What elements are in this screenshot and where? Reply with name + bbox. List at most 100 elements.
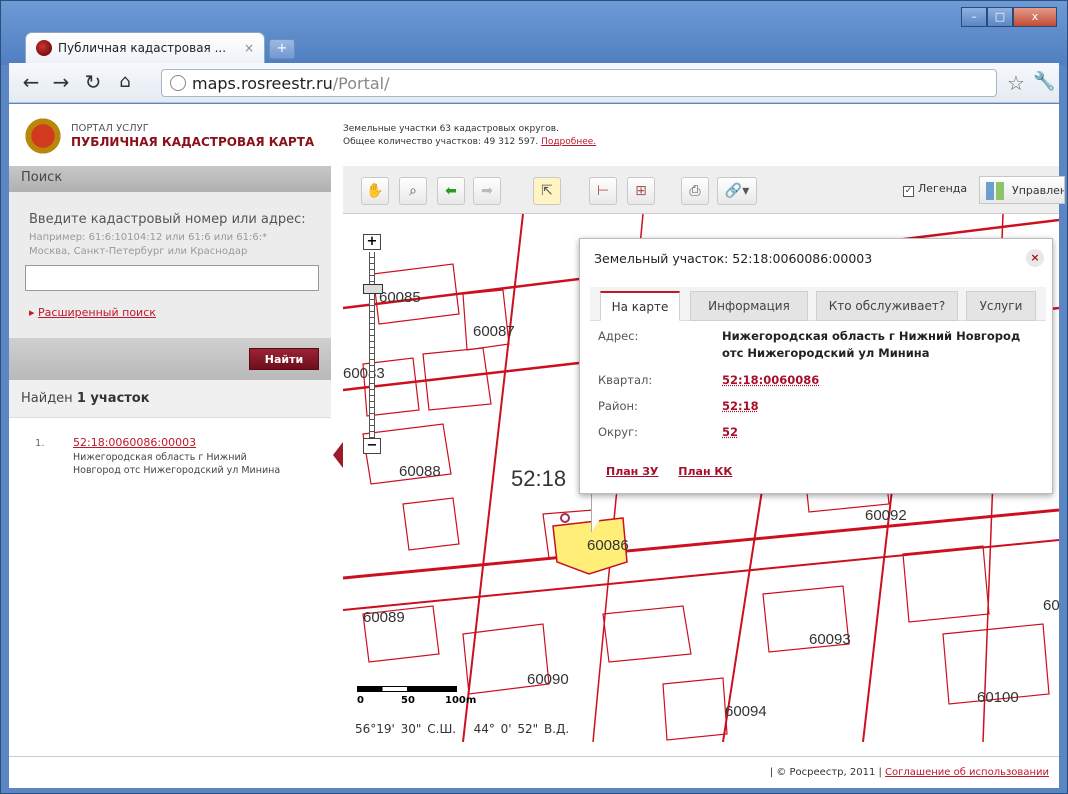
map-label: 60094 — [725, 703, 767, 720]
result-link[interactable]: 52:18:0060086:00003 — [73, 436, 196, 449]
latitude: 56°19' 30" С.Ш. — [355, 722, 457, 736]
close-window-button[interactable]: x — [1013, 7, 1057, 27]
scale-tick: 100m — [445, 695, 477, 706]
okrug-link[interactable]: 52 — [722, 424, 738, 441]
popup-close-button[interactable]: × — [1026, 249, 1044, 267]
new-tab-button[interactable]: + — [269, 39, 295, 59]
browser-tab[interactable]: Публичная кадастровая ... × — [25, 32, 265, 63]
browser-toolbar: ← → ↻ ⌂ maps.rosreestr.ru/Portal/ ☆ 🔧 — [9, 63, 1059, 103]
zoom-slider-thumb[interactable] — [363, 284, 383, 294]
forward-icon[interactable]: → — [49, 71, 73, 93]
advanced-search-label: Расширенный поиск — [38, 306, 156, 319]
url-path: /Portal/ — [332, 73, 390, 93]
scale-ruler — [357, 686, 457, 692]
map-toolbar: ✋ ⌕ ⬅ ➡ ⇱ ⊢ ⊞ ⎙ 🔗▾ ✓ Легенда Управление — [343, 166, 1065, 214]
search-prompt: Введите кадастровый номер или адрес: — [29, 212, 306, 227]
map-label: 60087 — [473, 323, 515, 340]
result-list: 1. 52:18:0060086:00003 Нижегородская обл… — [9, 418, 331, 742]
map-label: 60100 — [977, 689, 1019, 706]
legend-toggle[interactable]: ✓ Легенда — [903, 182, 967, 197]
result-index: 1. — [35, 438, 45, 449]
coat-of-arms-icon — [24, 114, 62, 154]
map-label: 60 — [1043, 597, 1059, 614]
url-domain: maps.rosreestr.ru — [192, 73, 333, 93]
site-title: ПУБЛИЧНАЯ КАДАСТРОВАЯ КАРТА — [71, 135, 315, 149]
minimize-button[interactable]: – — [961, 7, 987, 27]
measure-length-icon[interactable]: ⊢ — [589, 177, 617, 205]
layers-grid-icon — [986, 182, 1004, 200]
popup-title: Земельный участок: 52:18:0060086:00003 — [594, 251, 873, 266]
search-example-2: Москва, Санкт-Петербург или Краснодар — [29, 246, 248, 257]
back-icon[interactable]: ← — [19, 71, 43, 93]
find-button[interactable]: Найти — [249, 348, 319, 370]
legend-checkbox[interactable]: ✓ — [903, 186, 914, 197]
web-page: ПОРТАЛ УСЛУГ ПУБЛИЧНАЯ КАДАСТРОВАЯ КАРТА… — [9, 104, 1065, 790]
globe-icon — [170, 75, 186, 91]
info-line-2: Общее количество участков: 49 312 597. П… — [343, 137, 596, 147]
reload-icon[interactable]: ↻ — [81, 71, 105, 93]
tab-services[interactable]: Услуги — [966, 291, 1036, 321]
search-input[interactable] — [25, 265, 319, 291]
tab-on-map[interactable]: На карте — [600, 291, 680, 321]
cadastral-map[interactable]: 60085 60087 60083 60088 52:18 60086 6009… — [343, 214, 1059, 742]
found-count: Найден 1 участок — [9, 380, 331, 418]
longitude: 44° 0' 52" В.Д. — [473, 722, 570, 736]
found-prefix: Найден — [21, 391, 73, 406]
map-label: 60093 — [809, 631, 851, 648]
plan-zu-link[interactable]: План ЗУ — [606, 465, 658, 478]
zoom-rect-icon[interactable]: ⌕ — [399, 177, 427, 205]
result-address-1: Нижегородская область г Нижний — [73, 452, 247, 463]
agreement-link[interactable]: Соглашение об использовании — [885, 767, 1049, 778]
search-example-1: Например: 61:6:10104:12 или 61:6 или 61:… — [29, 232, 268, 243]
map-label: 60085 — [379, 289, 421, 306]
district-link[interactable]: 52:18 — [722, 398, 759, 415]
wrench-menu-icon[interactable]: 🔧 — [1033, 71, 1055, 92]
collapse-sidebar-handle[interactable] — [333, 442, 343, 468]
page-footer: | © Росреестр, 2011 | Соглашение об испо… — [9, 756, 1059, 790]
address-bar[interactable]: maps.rosreestr.ru/Portal/ — [161, 69, 997, 97]
management-label: Управление — [1012, 184, 1064, 197]
address-line-1: Нижегородская область г Нижний Новгород — [722, 329, 1021, 343]
measure-area-icon[interactable]: ⊞ — [627, 177, 655, 205]
link-dropdown-icon[interactable]: 🔗▾ — [717, 177, 757, 205]
search-sidebar: Поиск Введите кадастровый номер или адре… — [9, 166, 331, 742]
parcel-total: Общее количество участков: 49 312 597. — [343, 137, 539, 147]
zoom-out-button[interactable]: − — [363, 438, 381, 454]
site-favicon-icon — [36, 40, 52, 56]
more-link[interactable]: Подробнее. — [541, 137, 596, 147]
tab-who-serves[interactable]: Кто обслуживает? — [816, 291, 958, 321]
search-panel-title: Поиск — [9, 166, 331, 192]
map-label: 60090 — [527, 671, 569, 688]
legend-label: Легенда — [918, 182, 968, 195]
maximize-button[interactable]: □ — [987, 7, 1013, 27]
management-button[interactable]: Управление — [979, 176, 1065, 204]
map-label: 52:18 — [511, 466, 566, 491]
coordinates-readout: 56°19' 30" С.Ш. 44° 0' 52" В.Д. — [355, 722, 569, 736]
zoom-slider[interactable] — [369, 252, 375, 438]
advanced-search-link[interactable]: ▸ Расширенный поиск — [29, 306, 156, 319]
found-number: 1 участок — [76, 391, 150, 406]
search-actions-bar: Найти — [9, 338, 331, 380]
plan-links: План ЗУ План КК — [606, 465, 748, 478]
plan-kk-link[interactable]: План КК — [678, 465, 732, 478]
prev-view-icon[interactable]: ⬅ — [437, 177, 465, 205]
triangle-right-icon: ▸ — [29, 306, 39, 319]
tab-close-icon[interactable]: × — [244, 41, 254, 55]
tab-title: Публичная кадастровая ... — [58, 41, 227, 55]
zoom-control: + − — [363, 234, 383, 456]
block-link[interactable]: 52:18:0060086 — [722, 372, 819, 389]
map-label: 60089 — [363, 609, 405, 626]
okrug-label: Округ: — [598, 425, 639, 439]
pan-hand-icon[interactable]: ✋ — [361, 177, 389, 205]
identify-icon[interactable]: ⇱ — [533, 177, 561, 205]
block-label: Квартал: — [598, 373, 653, 387]
bookmark-star-icon[interactable]: ☆ — [1007, 71, 1025, 95]
title-bar: – □ x Публичная кадастровая ... × + — [1, 1, 1067, 65]
next-view-icon[interactable]: ➡ — [473, 177, 501, 205]
home-icon[interactable]: ⌂ — [113, 71, 137, 93]
zoom-in-button[interactable]: + — [363, 234, 381, 250]
print-icon[interactable]: ⎙ — [681, 177, 709, 205]
tab-information[interactable]: Информация — [690, 291, 808, 321]
portal-label: ПОРТАЛ УСЛУГ — [71, 123, 149, 134]
copyright: | © Росреестр, 2011 | — [769, 767, 882, 778]
